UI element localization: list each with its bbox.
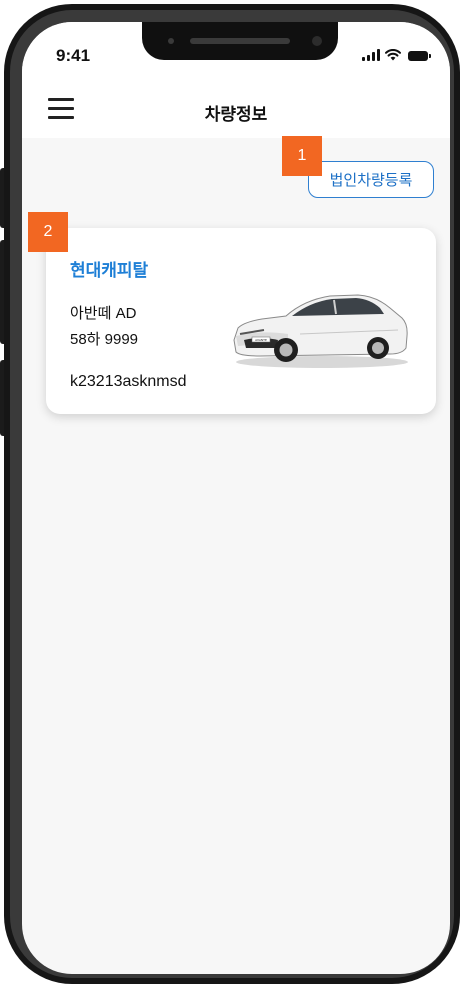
app-header: 차량정보 xyxy=(22,82,450,138)
status-time: 9:41 xyxy=(56,46,91,65)
status-icons xyxy=(362,49,431,61)
annotation-badge-1: 1 xyxy=(282,136,322,176)
phone-frame: 9:41 차량정보 법인차량등록 1 현대캐피탈 아반떼 AD 58하 9999… xyxy=(4,4,460,984)
car-image: AVANTE xyxy=(233,294,408,368)
vehicle-vin: k23213asknmsd xyxy=(70,373,187,390)
annotation-badge-2: 2 xyxy=(28,212,68,252)
page-title: 차량정보 xyxy=(204,105,268,124)
phone-screen: 9:41 차량정보 법인차량등록 1 현대캐피탈 아반떼 AD 58하 9999… xyxy=(22,22,450,974)
plate-emblem-text: AVANTE xyxy=(255,338,267,342)
vehicle-plate-number: 58하 9999 xyxy=(70,331,139,348)
capital-company-name: 현대캐피탈 xyxy=(70,261,149,280)
vehicle-model: 아반떼 AD xyxy=(70,305,137,322)
register-corporate-vehicle-button[interactable]: 법인차량등록 xyxy=(308,161,434,198)
vehicle-card[interactable]: 현대캐피탈 아반떼 AD 58하 9999 k23213asknmsd AVAN… xyxy=(46,228,436,414)
battery-icon xyxy=(408,51,431,61)
wifi-icon xyxy=(385,49,401,61)
phone-notch xyxy=(142,22,338,60)
cellular-signal-icon xyxy=(362,49,380,61)
